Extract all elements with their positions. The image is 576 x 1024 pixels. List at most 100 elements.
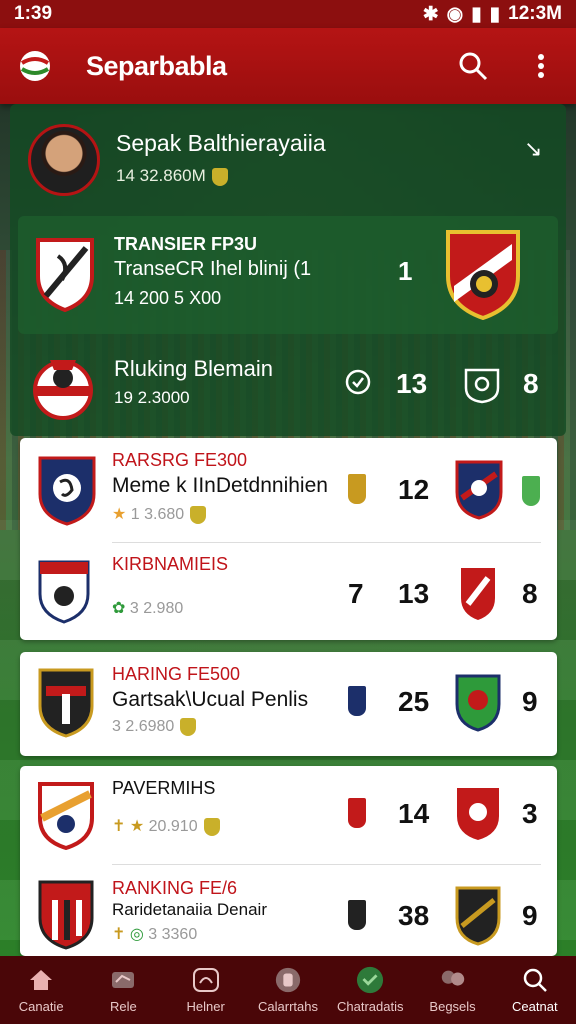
ranking-stat-2: 8 (523, 368, 539, 399)
row-sub: ✝ ★ 20.910 (112, 816, 220, 836)
row-name: Meme k IInDetdnnihien (112, 474, 328, 497)
app-logo (18, 49, 52, 83)
table-row[interactable]: KIRBNAMIEIS ✿ 3 2.980 7 13 8 (20, 542, 557, 642)
club-icon (348, 474, 366, 504)
chat-icon (356, 966, 384, 993)
club-crest-icon (38, 782, 94, 850)
club-icon (348, 686, 366, 716)
ranking-title: Rluking Blemain (114, 356, 273, 381)
row-sub: ★ 1 3.680 (112, 504, 207, 524)
stats-icon (109, 967, 137, 993)
club-crest-icon (457, 788, 499, 840)
row-stat: 13 (398, 578, 430, 609)
transfer-card[interactable]: TRANSIER FP3U TranseCR Ihel blinij (1 14… (18, 216, 558, 334)
row-label: PAVERMIHS (112, 778, 216, 798)
nav-label: Helner (186, 998, 225, 1014)
row-stat: 9 (522, 900, 538, 931)
avatar (28, 124, 100, 196)
row-stat: 14 (398, 798, 430, 829)
badge-icon (211, 167, 228, 186)
profile-header[interactable]: Sepak Balthierayaiia 14 32.860M ↘ (28, 124, 542, 204)
page-title: Separbabla (86, 50, 227, 81)
status-bar: 1:39 ✱ ◉ ▮ ▮ 12:3M (0, 0, 576, 28)
nav-item-home[interactable]: Canatie (0, 956, 82, 1024)
club-crest-icon (455, 674, 501, 732)
club-crest-icon (38, 880, 94, 950)
table-row[interactable]: RARSRG FE300 Meme k IInDetdnnihien ★ 1 3… (20, 438, 557, 538)
shield-icon (522, 476, 540, 506)
group-icon (439, 967, 467, 993)
row-sub: ✝ ◎ 3 3360 (112, 926, 198, 943)
badge-icon (190, 505, 207, 524)
transfer-sub: 14 200 5 X00 (114, 288, 222, 308)
club-crest-icon (446, 230, 520, 320)
nav-item-ceatnat[interactable]: Ceatnat (494, 956, 576, 1024)
ranking-card: PAVERMIHS ✝ ★ 20.910 14 3 RANKING FE/6 R… (20, 766, 557, 956)
row-stat: 3 (522, 798, 538, 829)
nav-item-helner[interactable]: Helner (165, 956, 247, 1024)
row-stat: 9 (522, 686, 538, 717)
gauge-icon (192, 967, 220, 993)
battery-icon: ▮ (489, 3, 501, 25)
app-bar: Separbabla (0, 28, 576, 104)
club-crest-icon (38, 560, 90, 624)
nav-item-calarrtahs[interactable]: Calarrtahs (247, 956, 329, 1024)
row-label: KIRBNAMIEIS (112, 554, 229, 574)
club-crest-icon (36, 238, 94, 312)
profile-name: Sepak Balthierayaiia (116, 130, 326, 156)
club-icon (348, 900, 366, 930)
search-icon[interactable] (456, 49, 490, 83)
search-icon (521, 967, 549, 993)
nav-label: Rele (110, 998, 137, 1014)
nav-label: Chatradatis (337, 998, 404, 1014)
club-crest-icon (455, 886, 501, 946)
row-sub: ✿ 3 2.980 (112, 600, 184, 617)
transfer-count: 1 (398, 256, 413, 286)
collapse-icon[interactable]: ↘ (524, 136, 542, 162)
row-stat: 25 (398, 686, 430, 717)
timer-icon (344, 368, 372, 401)
location-icon: ◉ (446, 3, 464, 25)
nav-item-begsels[interactable]: Begsels (411, 956, 493, 1024)
bottom-nav: Canatie Rele Helner Calarrtahs Chatradat… (0, 956, 576, 1024)
status-time-left: 1:39 (14, 3, 53, 24)
nav-item-rele[interactable]: Rele (82, 956, 164, 1024)
nav-label: Begsels (429, 998, 476, 1014)
row-stat: 7 (348, 578, 364, 609)
bluetooth-icon: ✱ (422, 3, 439, 25)
ranking-card: RARSRG FE300 Meme k IInDetdnnihien ★ 1 3… (20, 438, 557, 640)
club-crest-icon (461, 568, 495, 620)
nav-item-chatradatis[interactable]: Chatradatis (329, 956, 411, 1024)
status-time-right: 12:3M (508, 3, 562, 24)
transfer-title: TRANSIER FP3U (114, 234, 258, 254)
nav-label: Ceatnat (512, 998, 558, 1014)
club-crest-icon (33, 360, 93, 420)
row-label: HARING FE500 (112, 664, 241, 684)
club-crest-icon (455, 460, 503, 520)
row-stat: 12 (398, 474, 430, 505)
row-stat: 8 (522, 578, 538, 609)
badge-icon (274, 967, 302, 993)
badge-icon (180, 718, 197, 736)
ranking-header[interactable]: Rluking Blemain 19 2.3000 13 8 (28, 346, 556, 426)
ranking-sub: 19 2.3000 (114, 388, 190, 407)
club-crest-icon (38, 456, 96, 526)
row-label: RARSRG FE300 (112, 450, 248, 470)
signal-icon: ▮ (471, 3, 482, 25)
club-crest-icon (38, 668, 94, 738)
row-name: Raridetanaiia Denair (112, 900, 267, 919)
badge-icon (203, 817, 220, 836)
club-icon (348, 798, 366, 828)
ranking-stat-1: 13 (396, 368, 428, 399)
table-row[interactable]: PAVERMIHS ✝ ★ 20.910 14 3 (20, 766, 557, 866)
table-row[interactable]: HARING FE500 Gartsak\Ucual Penlis 3 2.69… (20, 652, 557, 752)
table-row[interactable]: RANKING FE/6 Raridetanaiia Denair ✝ ◎ 3 … (20, 866, 557, 966)
more-options-icon[interactable] (524, 49, 558, 83)
row-label: RANKING FE/6 (112, 878, 238, 898)
home-icon (27, 967, 55, 993)
profile-sub: 14 32.860M (116, 166, 228, 186)
row-stat: 38 (398, 900, 430, 931)
ranking-card: HARING FE500 Gartsak\Ucual Penlis 3 2.69… (20, 652, 557, 756)
row-sub: 3 2.6980 (112, 718, 197, 736)
nav-label: Canatie (18, 998, 64, 1014)
